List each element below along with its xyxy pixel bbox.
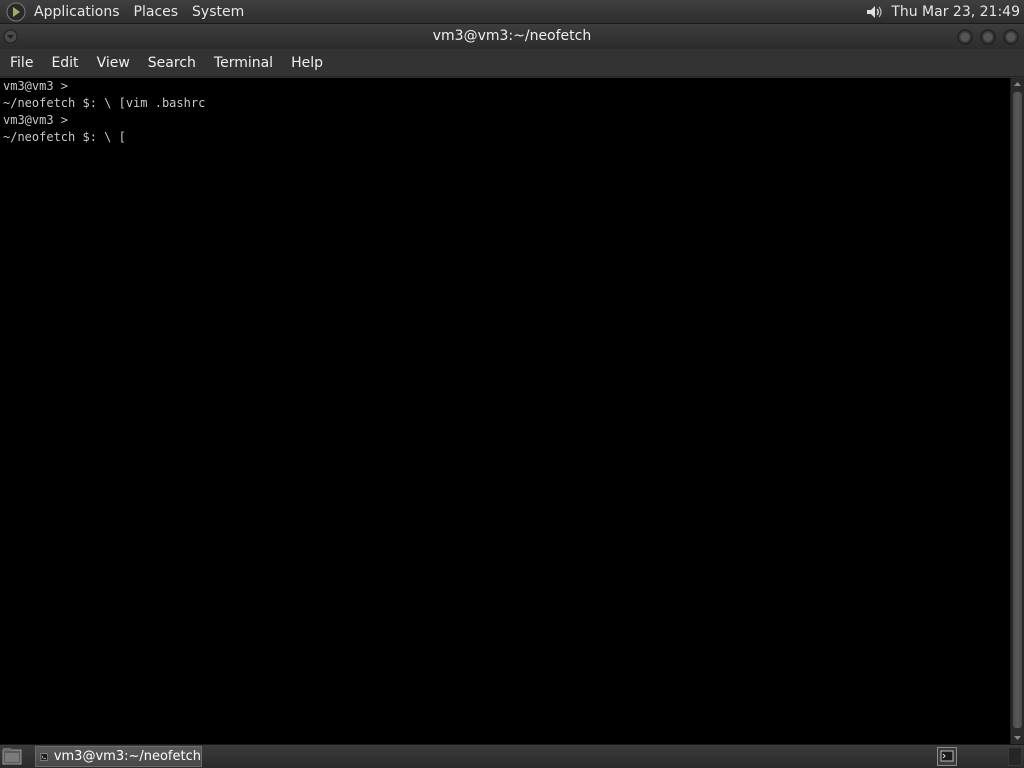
speaker-icon[interactable] [863, 1, 885, 23]
scroll-up-arrow-icon[interactable] [1011, 78, 1024, 91]
minimize-button[interactable] [957, 29, 973, 45]
terminal-current-input: ~/neofetch $: \ [ [3, 130, 126, 144]
terminal-line: vm3@vm3 > [3, 113, 69, 127]
maximize-button[interactable] [980, 29, 996, 45]
terminal-window: vm3@vm3:~/neofetch File Edit View Search… [0, 24, 1024, 744]
terminal-icon [40, 753, 48, 760]
scroll-down-arrow-icon[interactable] [1011, 731, 1024, 744]
terminal-line: vm3@vm3 > [3, 79, 69, 93]
terminal-output[interactable]: vm3@vm3 > ~/neofetch $: \ [vim .bashrc v… [0, 78, 1010, 744]
menu-places[interactable]: Places [127, 1, 186, 23]
taskbar-item-label: vm3@vm3:~/neofetch [53, 749, 201, 764]
menu-view[interactable]: View [87, 50, 138, 76]
panel-corner-area[interactable] [1008, 747, 1022, 766]
desktop: Applications Places System Thu Mar 23, 2… [0, 0, 1024, 768]
menu-terminal[interactable]: Terminal [204, 50, 281, 76]
terminal-line: ~/neofetch $: \ [vim .bashrc [3, 96, 206, 110]
close-button[interactable] [1003, 29, 1019, 45]
menu-edit[interactable]: Edit [41, 50, 86, 76]
menu-applications[interactable]: Applications [27, 1, 127, 23]
terminal-prompt-line: ~/neofetch $: \ [ [3, 129, 1010, 146]
menu-search[interactable]: Search [138, 50, 204, 76]
show-desktop-icon[interactable] [2, 747, 22, 766]
gnome-foot-icon[interactable] [5, 1, 27, 23]
terminal-cursor [126, 130, 133, 143]
window-titlebar[interactable]: vm3@vm3:~/neofetch [0, 24, 1024, 49]
window-menu-icon[interactable] [3, 29, 18, 44]
menu-help[interactable]: Help [281, 50, 331, 76]
menubar: File Edit View Search Terminal Help [0, 49, 1024, 77]
scrollbar-thumb[interactable] [1013, 92, 1022, 728]
menu-file[interactable]: File [0, 50, 41, 76]
window-title: vm3@vm3:~/neofetch [432, 28, 592, 44]
vertical-scrollbar[interactable] [1010, 78, 1024, 744]
top-panel: Applications Places System Thu Mar 23, 2… [0, 0, 1024, 24]
clock[interactable]: Thu Mar 23, 21:49 [891, 1, 1020, 23]
workspace-switcher-icon[interactable] [937, 747, 957, 766]
taskbar-item-terminal[interactable]: vm3@vm3:~/neofetch [35, 746, 202, 767]
menu-system[interactable]: System [185, 1, 251, 23]
bottom-panel: vm3@vm3:~/neofetch [0, 744, 1024, 768]
